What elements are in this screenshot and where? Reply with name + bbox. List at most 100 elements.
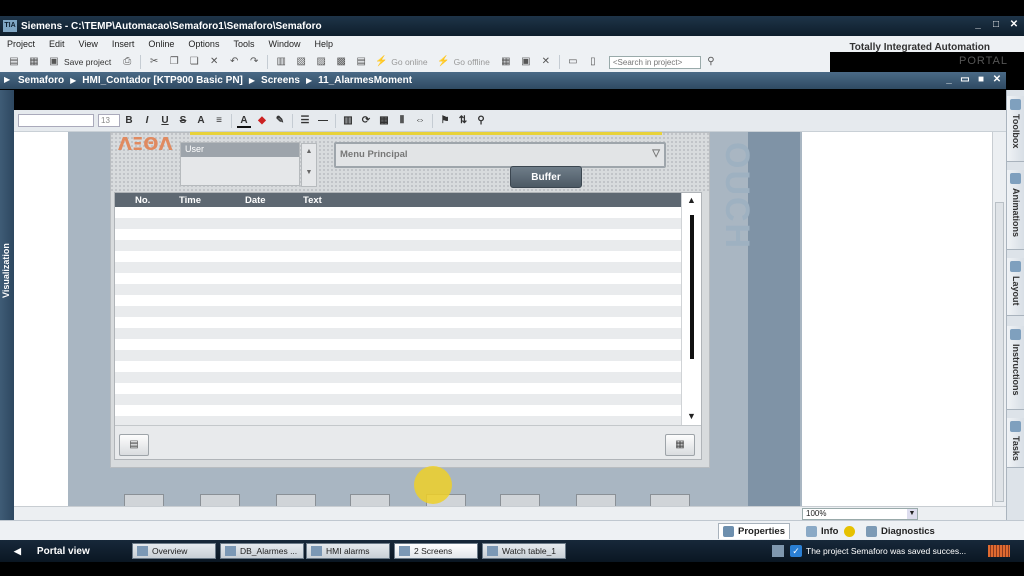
user-view[interactable]: User ▲ ▼ xyxy=(180,142,317,187)
same-size-icon[interactable]: ⇔ xyxy=(413,114,427,128)
breadcrumb-device[interactable]: HMI_Contador [KTP900 Basic PN] xyxy=(82,75,243,86)
search-project-input[interactable] xyxy=(608,55,701,69)
tab-info[interactable]: Info xyxy=(802,523,863,539)
distribute-icon[interactable]: ⫴ xyxy=(395,114,409,128)
underline-icon[interactable]: U xyxy=(158,114,172,128)
compile-icon[interactable]: ▥ xyxy=(274,55,288,69)
go-offline-icon[interactable]: ⚡ xyxy=(437,55,451,69)
scroll-down-icon[interactable]: ▼ xyxy=(687,411,696,421)
menu-view[interactable]: View xyxy=(72,39,105,49)
arrow-down-icon[interactable]: ▼ xyxy=(302,169,316,176)
start-simulation-icon[interactable]: ▤ xyxy=(354,55,368,69)
task-tab-instructions[interactable]: Instructions xyxy=(1007,326,1024,410)
line-color-icon[interactable]: ✎ xyxy=(273,114,287,128)
open-project-icon[interactable]: ▦ xyxy=(27,55,41,69)
arrow-up-icon[interactable]: ▲ xyxy=(302,148,316,155)
new-project-icon[interactable]: ▤ xyxy=(7,55,21,69)
task-tab-layout[interactable]: Layout xyxy=(1007,258,1024,316)
function-key[interactable] xyxy=(576,494,616,506)
editor-float-button[interactable]: ▭ xyxy=(960,74,970,86)
tab-order-icon[interactable]: ⇅ xyxy=(456,114,470,128)
breadcrumb-project[interactable]: Semaforo xyxy=(18,75,64,86)
menu-options[interactable]: Options xyxy=(181,39,226,49)
go-offline-button[interactable]: Go offline xyxy=(454,57,490,67)
alarm-scrollbar[interactable]: ▲ ▼ xyxy=(681,193,701,425)
breadcrumb-screens[interactable]: Screens xyxy=(261,75,300,86)
menu-online[interactable]: Online xyxy=(141,39,181,49)
function-key[interactable] xyxy=(350,494,390,506)
search-icon[interactable]: ⚲ xyxy=(704,55,718,69)
editor-tab-hmi-alarms[interactable]: HMI alarms xyxy=(306,543,390,559)
editor-tab-watch-table[interactable]: Watch table_1 xyxy=(482,543,566,559)
undo-icon[interactable]: ↶ xyxy=(227,55,241,69)
screen-editor-canvas[interactable]: OUCH ΛΞΘΛ User ▲ ▼ Menu Principal ▽ Buff… xyxy=(14,132,992,506)
redo-icon[interactable]: ↷ xyxy=(247,55,261,69)
function-key[interactable] xyxy=(276,494,316,506)
buffer-button[interactable]: Buffer xyxy=(510,166,582,188)
line-width-icon[interactable]: ☰ xyxy=(298,114,312,128)
tab-diagnostics[interactable]: Diagnostics xyxy=(862,523,939,539)
status-panel-icon[interactable] xyxy=(772,545,784,557)
accessible-devices-icon[interactable]: ▦ xyxy=(499,55,513,69)
font-size-select[interactable]: 13 xyxy=(98,114,120,127)
editor-tab-db-alarmes[interactable]: DB_Alarmes ... xyxy=(220,543,304,559)
stop-icon[interactable]: ✕ xyxy=(539,55,553,69)
simulate-icon[interactable]: ▩ xyxy=(334,55,348,69)
editor-tab-screens[interactable]: 2 Screens xyxy=(394,543,478,559)
font-color-icon[interactable]: A xyxy=(237,114,251,128)
save-project-button[interactable]: Save project xyxy=(64,57,111,67)
layer-icon[interactable]: ⚑ xyxy=(438,114,452,128)
scroll-thumb[interactable] xyxy=(690,215,694,359)
copy-icon[interactable]: ❐ xyxy=(167,55,181,69)
print-icon[interactable]: ⎙ xyxy=(120,55,134,69)
font-family-select[interactable] xyxy=(18,114,94,127)
menu-edit[interactable]: Edit xyxy=(42,39,72,49)
menu-project[interactable]: Project xyxy=(0,39,42,49)
zoom-select[interactable]: 100% ▼ xyxy=(802,508,918,520)
line-style-icon[interactable]: — xyxy=(316,114,330,128)
editor-maximize-button[interactable]: ■ xyxy=(976,74,986,86)
task-tab-animations[interactable]: Animations xyxy=(1007,170,1024,250)
editor-close-button[interactable]: ✕ xyxy=(992,74,1002,86)
split-horizontal-icon[interactable]: ▭ xyxy=(566,55,580,69)
alarm-info-button[interactable]: ▤ xyxy=(119,434,149,456)
save-icon[interactable]: ▣ xyxy=(47,55,61,69)
go-online-icon[interactable]: ⚡ xyxy=(374,55,388,69)
function-key[interactable] xyxy=(200,494,240,506)
paste-icon[interactable]: ❏ xyxy=(187,55,201,69)
scroll-thumb[interactable] xyxy=(995,202,1004,502)
cross-reference-icon[interactable]: ▣ xyxy=(519,55,533,69)
rotate-icon[interactable]: ⟳ xyxy=(359,114,373,128)
download-icon[interactable]: ▧ xyxy=(294,55,308,69)
zoom-tool-icon[interactable]: ⚲ xyxy=(474,114,488,128)
upload-icon[interactable]: ▨ xyxy=(314,55,328,69)
function-key[interactable] xyxy=(124,494,164,506)
split-vertical-icon[interactable]: ▯ xyxy=(586,55,600,69)
menu-insert[interactable]: Insert xyxy=(105,39,142,49)
close-button[interactable]: ✕ xyxy=(1008,19,1020,31)
chevron-down-icon[interactable]: ▼ xyxy=(907,509,917,519)
portal-view-button[interactable]: ◀ Portal view xyxy=(6,540,90,562)
menu-help[interactable]: Help xyxy=(307,39,340,49)
editor-tab-overview[interactable]: Overview xyxy=(132,543,216,559)
delete-icon[interactable]: ✕ xyxy=(207,55,221,69)
minimize-button[interactable]: _ xyxy=(972,19,984,31)
visualization-tab[interactable]: Visualization xyxy=(0,90,14,520)
menu-principal-dropdown[interactable]: Menu Principal ▽ xyxy=(334,142,666,168)
task-tab-tasks[interactable]: Tasks xyxy=(1007,418,1024,468)
task-tab-toolbox[interactable]: Toolbox xyxy=(1007,96,1024,162)
align-text-icon[interactable]: ≡ xyxy=(212,114,226,128)
italic-icon[interactable]: I xyxy=(140,114,154,128)
tab-properties[interactable]: Properties xyxy=(718,523,790,539)
alarm-acknowledge-button[interactable]: ▦ xyxy=(665,434,695,456)
align-objects-icon[interactable]: ▥ xyxy=(341,114,355,128)
fill-color-icon[interactable]: ◆ xyxy=(255,114,269,128)
font-size-increase-icon[interactable]: A xyxy=(194,114,208,128)
strikethrough-icon[interactable]: S xyxy=(176,114,190,128)
function-key[interactable] xyxy=(500,494,540,506)
scroll-up-icon[interactable]: ▲ xyxy=(687,195,696,205)
canvas-vertical-scrollbar[interactable] xyxy=(992,132,1006,506)
alarm-view[interactable]: No. Time Date Text ▲ ▼ ▤ ▦ xyxy=(114,192,702,460)
cut-icon[interactable]: ✂ xyxy=(147,55,161,69)
menu-tools[interactable]: Tools xyxy=(226,39,261,49)
